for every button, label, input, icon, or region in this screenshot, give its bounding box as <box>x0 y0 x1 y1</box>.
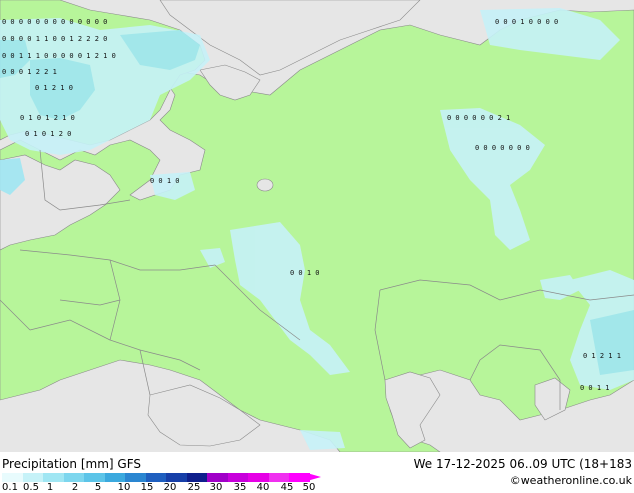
legend-swatch <box>43 473 64 482</box>
legend-swatch <box>125 473 146 482</box>
legend-swatch <box>84 473 105 482</box>
legend-arrow-icon <box>307 473 321 481</box>
legend-tick-label: 35 <box>233 482 247 493</box>
legend-tick-label: 0.1 <box>2 482 18 493</box>
value-row-12: 0 1 2 1 1 <box>583 352 621 360</box>
legend-swatch <box>2 473 23 482</box>
valid-time: We 17-12-2025 06..09 UTC (18+183 <box>413 457 632 471</box>
legend-tick-label: 15 <box>140 482 154 493</box>
legend-swatch <box>145 473 166 482</box>
legend-swatch <box>248 473 269 482</box>
value-row-13: 0 0 1 1 <box>580 384 610 392</box>
legend-footer: Precipitation [mm] GFS We 17-12-2025 06.… <box>0 452 634 493</box>
value-row-5: 0 1 2 1 0 <box>35 84 73 92</box>
value-row-2: 0 0 0 0 1 1 0 0 1 2 2 2 0 <box>2 35 107 43</box>
value-row-7: 0 1 0 1 2 0 <box>25 130 71 138</box>
map: 0 0 0 0 0 0 0 0 0 0 0 0 0 0 0 0 0 1 1 0 … <box>0 0 634 452</box>
legend-tick-label: 0.5 <box>23 482 39 493</box>
legend-tick-label: 45 <box>280 482 294 493</box>
legend-swatch <box>207 473 228 482</box>
legend-swatch <box>166 473 187 482</box>
legend-tick-label: 40 <box>256 482 270 493</box>
legend-tick-label: 1 <box>46 482 54 493</box>
value-row-8: 0 0 1 0 <box>150 177 180 185</box>
legend-swatch <box>63 473 84 482</box>
legend-tick-label: 5 <box>94 482 102 493</box>
precip-title: Precipitation [mm] <box>2 457 114 471</box>
credit-link[interactable]: ©weatheronline.co.uk <box>510 474 632 487</box>
map-title: Precipitation [mm] GFS <box>2 457 141 471</box>
value-row-10: 0 0 0 0 0 0 2 1 <box>447 114 510 122</box>
legend-tick-label: 20 <box>163 482 177 493</box>
lake-ladoga <box>256 178 274 192</box>
value-row-9: 0 0 0 1 0 0 0 0 <box>495 18 558 26</box>
model-name: GFS <box>117 457 141 471</box>
legend-tick-label: 2 <box>71 482 79 493</box>
value-row-11: 0 0 0 0 0 0 0 <box>475 144 530 152</box>
value-row-14: 0 0 1 0 <box>290 269 320 277</box>
legend-tick-label: 10 <box>117 482 131 493</box>
legend-swatch <box>22 473 43 482</box>
legend-swatch <box>186 473 207 482</box>
legend-tick-label: 25 <box>187 482 201 493</box>
value-row-4: 0 0 0 1 2 2 1 <box>2 68 57 76</box>
legend-swatch <box>227 473 248 482</box>
legend-tick-label: 30 <box>209 482 223 493</box>
legend-tick-label: 50 <box>302 482 316 493</box>
value-row-1: 0 0 0 0 0 0 0 0 0 0 0 0 0 <box>2 18 107 26</box>
value-row-6: 0 1 0 1 2 1 0 <box>20 114 75 122</box>
legend-swatch <box>104 473 125 482</box>
legend-swatch <box>268 473 289 482</box>
map-canvas: 0 0 0 0 0 0 0 0 0 0 0 0 0 0 0 0 0 1 1 0 … <box>0 0 634 452</box>
color-legend <box>2 473 310 482</box>
value-row-3: 0 0 1 1 1 0 0 0 0 0 1 2 1 0 <box>2 52 116 60</box>
